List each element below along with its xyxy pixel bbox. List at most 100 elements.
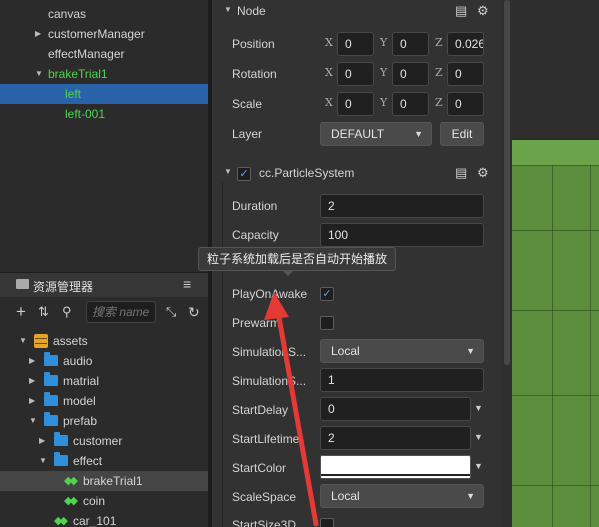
position-z-input[interactable]: 0.026	[447, 32, 484, 56]
assets-panel-header: 资源管理器 ≡	[0, 273, 210, 297]
asset-folder-item[interactable]: ▼ assets	[0, 331, 210, 351]
folder-icon	[44, 372, 58, 386]
folder-icon	[44, 392, 58, 406]
start-delay-input[interactable]: 0	[320, 397, 471, 421]
collapse-icon[interactable]: ⤡	[166, 304, 176, 320]
axis-z-label: Z	[435, 66, 443, 79]
annotation-arrow	[264, 292, 319, 527]
gear-icon[interactable]: ⚙	[477, 165, 489, 181]
rotation-x-input[interactable]: 0	[337, 62, 374, 86]
axis-y-label: Y	[380, 36, 388, 49]
duration-input[interactable]: 2	[320, 194, 484, 218]
simulation-space-select[interactable]: Local ▼	[320, 339, 484, 363]
search-dropdown-icon[interactable]: ⚲	[62, 304, 72, 320]
hierarchy-node[interactable]: canvas	[0, 4, 208, 24]
asset-folder-item[interactable]: ▼ effect	[0, 451, 210, 471]
scale-x-input[interactable]: 0	[337, 92, 374, 116]
folder-panel-icon	[16, 279, 29, 289]
help-book-icon[interactable]: ▤	[455, 3, 467, 19]
refresh-icon[interactable]: ↻	[188, 304, 200, 320]
hierarchy-panel: canvas ▶ customerManager effectManager ▼ brak…	[0, 0, 210, 268]
node-section-header[interactable]: ▼ Node ▤ ⚙	[212, 0, 502, 24]
scene-background	[512, 0, 599, 138]
hierarchy-node-label: left	[65, 87, 82, 101]
capacity-label: Capacity	[232, 228, 279, 242]
particle-system-section-header[interactable]: ▼ ✓ cc.ParticleSystem ▤ ⚙	[212, 162, 502, 186]
duration-label: Duration	[232, 199, 278, 213]
scale-y-input[interactable]: 0	[392, 92, 429, 116]
hierarchy-node[interactable]: left-001	[0, 104, 208, 124]
prefab-icon: ◆◆	[54, 515, 68, 527]
hierarchy-node[interactable]: left	[0, 84, 208, 104]
rotation-y-input[interactable]: 0	[392, 62, 429, 86]
particle-system-title: cc.ParticleSystem	[259, 166, 355, 180]
hierarchy-node[interactable]: ▼ brakeTrial1	[0, 64, 208, 84]
chevron-down-icon[interactable]: ▼	[474, 432, 483, 442]
chevron-right-icon[interactable]: ▶	[35, 24, 41, 44]
folder-icon	[44, 412, 58, 426]
chevron-right-icon[interactable]: ▶	[39, 431, 45, 451]
add-icon[interactable]: +	[16, 303, 26, 320]
asset-prefab-item[interactable]: ◆◆ brakeTrial1	[0, 471, 210, 491]
simulation-speed-input[interactable]: 1	[320, 368, 484, 392]
inspector-scrollbar-thumb[interactable]	[504, 0, 510, 365]
scale-label: Scale	[232, 97, 263, 111]
node-section-title: Node	[237, 4, 266, 18]
start-color-swatch[interactable]	[320, 455, 471, 479]
hierarchy-node[interactable]: effectManager	[0, 44, 208, 64]
prefab-icon: ◆◆	[64, 495, 78, 507]
menu-icon[interactable]: ≡	[183, 276, 191, 292]
sort-icon[interactable]: ⇅	[38, 304, 49, 320]
simulation-space-value: Local	[331, 344, 360, 358]
asset-folder-item[interactable]: ▼ prefab	[0, 411, 210, 431]
chevron-down-icon[interactable]: ▼	[474, 403, 483, 413]
asset-folder-item[interactable]: ▶ matrial	[0, 371, 210, 391]
chevron-down-icon[interactable]: ▼	[29, 411, 37, 431]
rotation-z-input[interactable]: 0	[447, 62, 484, 86]
chevron-down-icon: ▼	[466, 346, 475, 356]
scale-space-select[interactable]: Local ▼	[320, 484, 484, 508]
chevron-down-icon[interactable]: ▼	[474, 461, 483, 471]
position-x-input[interactable]: 0	[337, 32, 374, 56]
layer-edit-button[interactable]: Edit	[440, 122, 484, 146]
asset-search-input[interactable]	[86, 301, 156, 323]
position-label: Position	[232, 37, 275, 51]
tooltip: 粒子系统加载后是否自动开始播放	[198, 247, 397, 271]
database-icon	[34, 334, 48, 348]
asset-item-label: assets	[53, 334, 88, 348]
chevron-down-icon[interactable]: ▼	[19, 331, 27, 351]
asset-folder-item[interactable]: ▶ audio	[0, 351, 210, 371]
folder-icon	[54, 452, 68, 466]
scale-z-input[interactable]: 0	[447, 92, 484, 116]
asset-item-label: car_101	[73, 514, 117, 527]
chevron-down-icon[interactable]: ▼	[224, 167, 232, 176]
asset-folder-item[interactable]: ▶ model	[0, 391, 210, 411]
particle-system-enabled-checkbox[interactable]: ✓	[237, 167, 251, 181]
help-book-icon[interactable]: ▤	[455, 165, 467, 181]
chevron-right-icon[interactable]: ▶	[29, 351, 35, 371]
rotation-label: Rotation	[232, 67, 277, 81]
folder-icon	[54, 432, 68, 446]
chevron-down-icon: ▼	[466, 491, 475, 501]
capacity-input[interactable]: 100	[320, 223, 484, 247]
start-lifetime-input[interactable]: 2	[320, 426, 471, 450]
chevron-down-icon[interactable]: ▼	[39, 451, 47, 471]
chevron-down-icon[interactable]: ▼	[224, 5, 232, 14]
layer-select[interactable]: DEFAULT ▼	[320, 122, 432, 146]
asset-folder-item[interactable]: ▶ customer	[0, 431, 210, 451]
layer-label: Layer	[232, 127, 263, 141]
chevron-down-icon[interactable]: ▼	[35, 64, 43, 84]
chevron-down-icon: ▼	[414, 129, 423, 139]
asset-prefab-item[interactable]: ◆◆ coin	[0, 491, 210, 511]
position-y-input[interactable]: 0	[392, 32, 429, 56]
asset-prefab-item[interactable]: ◆◆ car_101	[0, 511, 210, 527]
chevron-right-icon[interactable]: ▶	[29, 371, 35, 391]
gear-icon[interactable]: ⚙	[477, 3, 489, 19]
chevron-right-icon[interactable]: ▶	[29, 391, 35, 411]
hierarchy-node[interactable]: ▶ customerManager	[0, 24, 208, 44]
hierarchy-node-label: customerManager	[48, 27, 145, 41]
layer-select-value: DEFAULT	[331, 127, 385, 141]
asset-item-label: prefab	[63, 414, 98, 428]
asset-item-label: effect	[73, 454, 103, 468]
asset-item-label: audio	[63, 354, 93, 368]
